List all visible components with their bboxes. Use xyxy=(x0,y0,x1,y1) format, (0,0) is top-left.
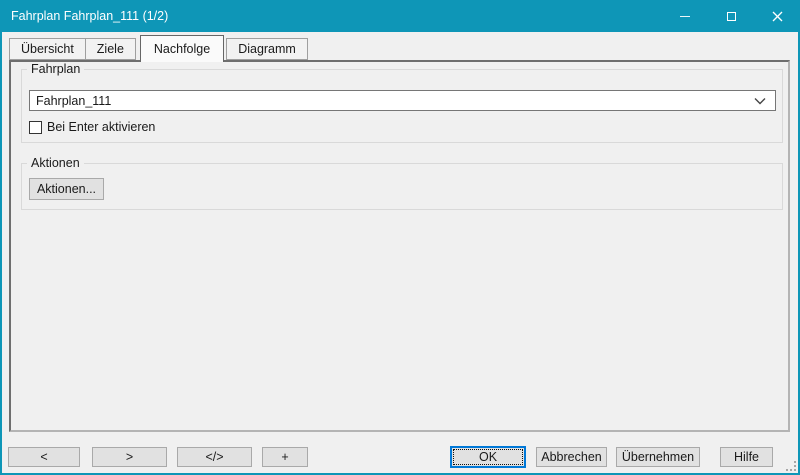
tab-nachfolge[interactable]: Nachfolge xyxy=(140,35,224,62)
tab-label: Übersicht xyxy=(21,42,74,56)
enter-activate-checkbox[interactable]: Bei Enter aktivieren xyxy=(29,120,155,134)
minimize-icon xyxy=(680,16,690,17)
ok-button[interactable]: OK xyxy=(450,446,526,468)
caption-buttons xyxy=(662,0,800,32)
cancel-button[interactable]: Abbrechen xyxy=(536,447,607,467)
apply-button[interactable]: Übernehmen xyxy=(616,447,700,467)
fahrplan-group-label: Fahrplan xyxy=(27,62,84,77)
minimize-button[interactable] xyxy=(662,0,708,32)
resize-grip[interactable] xyxy=(785,460,797,472)
prev-next-button[interactable]: </> xyxy=(177,447,252,467)
next-button[interactable]: > xyxy=(92,447,167,467)
tab-label: Diagramm xyxy=(238,42,296,56)
maximize-button[interactable] xyxy=(708,0,754,32)
dialog-window: Fahrplan Fahrplan_111 (1/2) Übersicht Zi… xyxy=(0,0,800,475)
tab-label: Ziele xyxy=(97,42,124,56)
close-button[interactable] xyxy=(754,0,800,32)
aktionen-group-label: Aktionen xyxy=(27,156,84,171)
tab-uebersicht[interactable]: Übersicht xyxy=(9,38,86,60)
prev-button[interactable]: < xyxy=(8,447,80,467)
chevron-down-icon xyxy=(754,97,766,105)
aktionen-button[interactable]: Aktionen... xyxy=(29,178,104,200)
tab-panel: Fahrplan Fahrplan_111 Bei Enter aktivier… xyxy=(9,60,790,432)
tab-ziele[interactable]: Ziele xyxy=(85,38,136,60)
add-button[interactable]: + xyxy=(262,447,308,467)
tab-bar: Übersicht Ziele Nachfolge Diagramm xyxy=(9,35,308,62)
fahrplan-group: Fahrplan Fahrplan_111 Bei Enter aktivier… xyxy=(21,69,783,143)
window-title: Fahrplan Fahrplan_111 (1/2) xyxy=(0,9,168,23)
help-button[interactable]: Hilfe xyxy=(720,447,773,467)
maximize-icon xyxy=(727,12,736,21)
aktionen-group: Aktionen Aktionen... xyxy=(21,163,783,210)
tab-label: Nachfolge xyxy=(154,42,210,56)
checkbox-label: Bei Enter aktivieren xyxy=(47,120,155,134)
fahrplan-combobox[interactable]: Fahrplan_111 xyxy=(29,90,776,111)
titlebar[interactable]: Fahrplan Fahrplan_111 (1/2) xyxy=(0,0,800,32)
close-icon xyxy=(772,11,783,22)
tab-diagramm[interactable]: Diagramm xyxy=(226,38,308,60)
fahrplan-combobox-value: Fahrplan_111 xyxy=(30,94,754,108)
checkbox-box-icon xyxy=(29,121,42,134)
